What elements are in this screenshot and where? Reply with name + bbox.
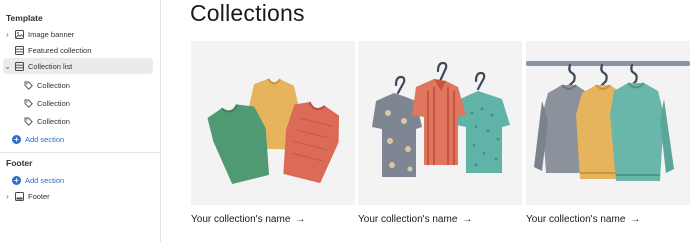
- collection-card[interactable]: Your collection's name →: [191, 41, 355, 225]
- chevron-right-icon[interactable]: ›: [3, 192, 12, 201]
- add-section-label: Add section: [25, 134, 65, 144]
- sidebar-item-label: Footer: [28, 191, 50, 201]
- add-section-label: Add section: [25, 175, 65, 185]
- footer-add-section-button[interactable]: + Add section: [12, 172, 162, 188]
- sidebar-item-label: Featured collection: [28, 45, 92, 55]
- tag-icon: [23, 98, 34, 109]
- sidebar-item-label: Image banner: [28, 29, 75, 39]
- image-icon: [14, 29, 25, 40]
- sidebar-child-label: Collection: [37, 116, 70, 126]
- collection-name: Your collection's name: [191, 214, 291, 225]
- sidebar-item-image-banner[interactable]: › Image banner: [3, 26, 153, 42]
- sidebar-child-collection[interactable]: Collection: [3, 95, 153, 111]
- sidebar-child-collection[interactable]: Collection: [3, 113, 153, 129]
- arrow-right-icon: →: [462, 214, 473, 225]
- collection-image-folded-shirts[interactable]: [191, 41, 355, 205]
- arrow-right-icon: →: [295, 214, 306, 225]
- add-section-button[interactable]: + Add section: [12, 131, 162, 147]
- sidebar: Template › Image banner Featured collect…: [0, 0, 161, 242]
- footer-group-title: Footer: [6, 158, 33, 168]
- collection-name: Your collection's name: [526, 214, 626, 225]
- collection-card[interactable]: Your collection's name →: [358, 41, 522, 225]
- sidebar-item-collection-list[interactable]: ⌄ Collection list: [3, 58, 153, 74]
- sidebar-item-footer[interactable]: › Footer: [3, 188, 153, 204]
- sidebar-child-collection[interactable]: Collection: [3, 77, 153, 93]
- theme-preview: Collections Your collection's name → You…: [162, 0, 700, 242]
- page-title: Collections: [190, 0, 305, 26]
- tag-icon: [23, 80, 34, 91]
- grid-section-icon: [14, 61, 25, 72]
- sidebar-child-label: Collection: [37, 98, 70, 108]
- plus-circle-icon: +: [12, 134, 21, 144]
- chevron-down-icon[interactable]: ⌄: [3, 62, 12, 71]
- grid-section-icon: [14, 45, 25, 56]
- collection-image-sweaters-on-rack[interactable]: [526, 41, 690, 205]
- collection-name: Your collection's name: [358, 214, 458, 225]
- collection-card[interactable]: Your collection's name →: [526, 41, 690, 225]
- collection-name-link[interactable]: Your collection's name →: [526, 214, 690, 225]
- sidebar-child-label: Collection: [37, 80, 70, 90]
- collection-image-hanging-shirts[interactable]: [358, 41, 522, 205]
- arrow-right-icon: →: [630, 214, 641, 225]
- collection-name-link[interactable]: Your collection's name →: [191, 214, 355, 225]
- footer-layout-icon: [14, 191, 25, 202]
- tag-icon: [23, 116, 34, 127]
- template-group-title: Template: [6, 13, 43, 23]
- plus-circle-icon: +: [12, 175, 21, 185]
- chevron-right-icon[interactable]: ›: [3, 30, 12, 39]
- section-divider: [0, 152, 161, 153]
- sidebar-item-label: Collection list: [28, 61, 73, 71]
- collection-name-link[interactable]: Your collection's name →: [358, 214, 522, 225]
- sidebar-item-featured-collection[interactable]: Featured collection: [3, 42, 153, 58]
